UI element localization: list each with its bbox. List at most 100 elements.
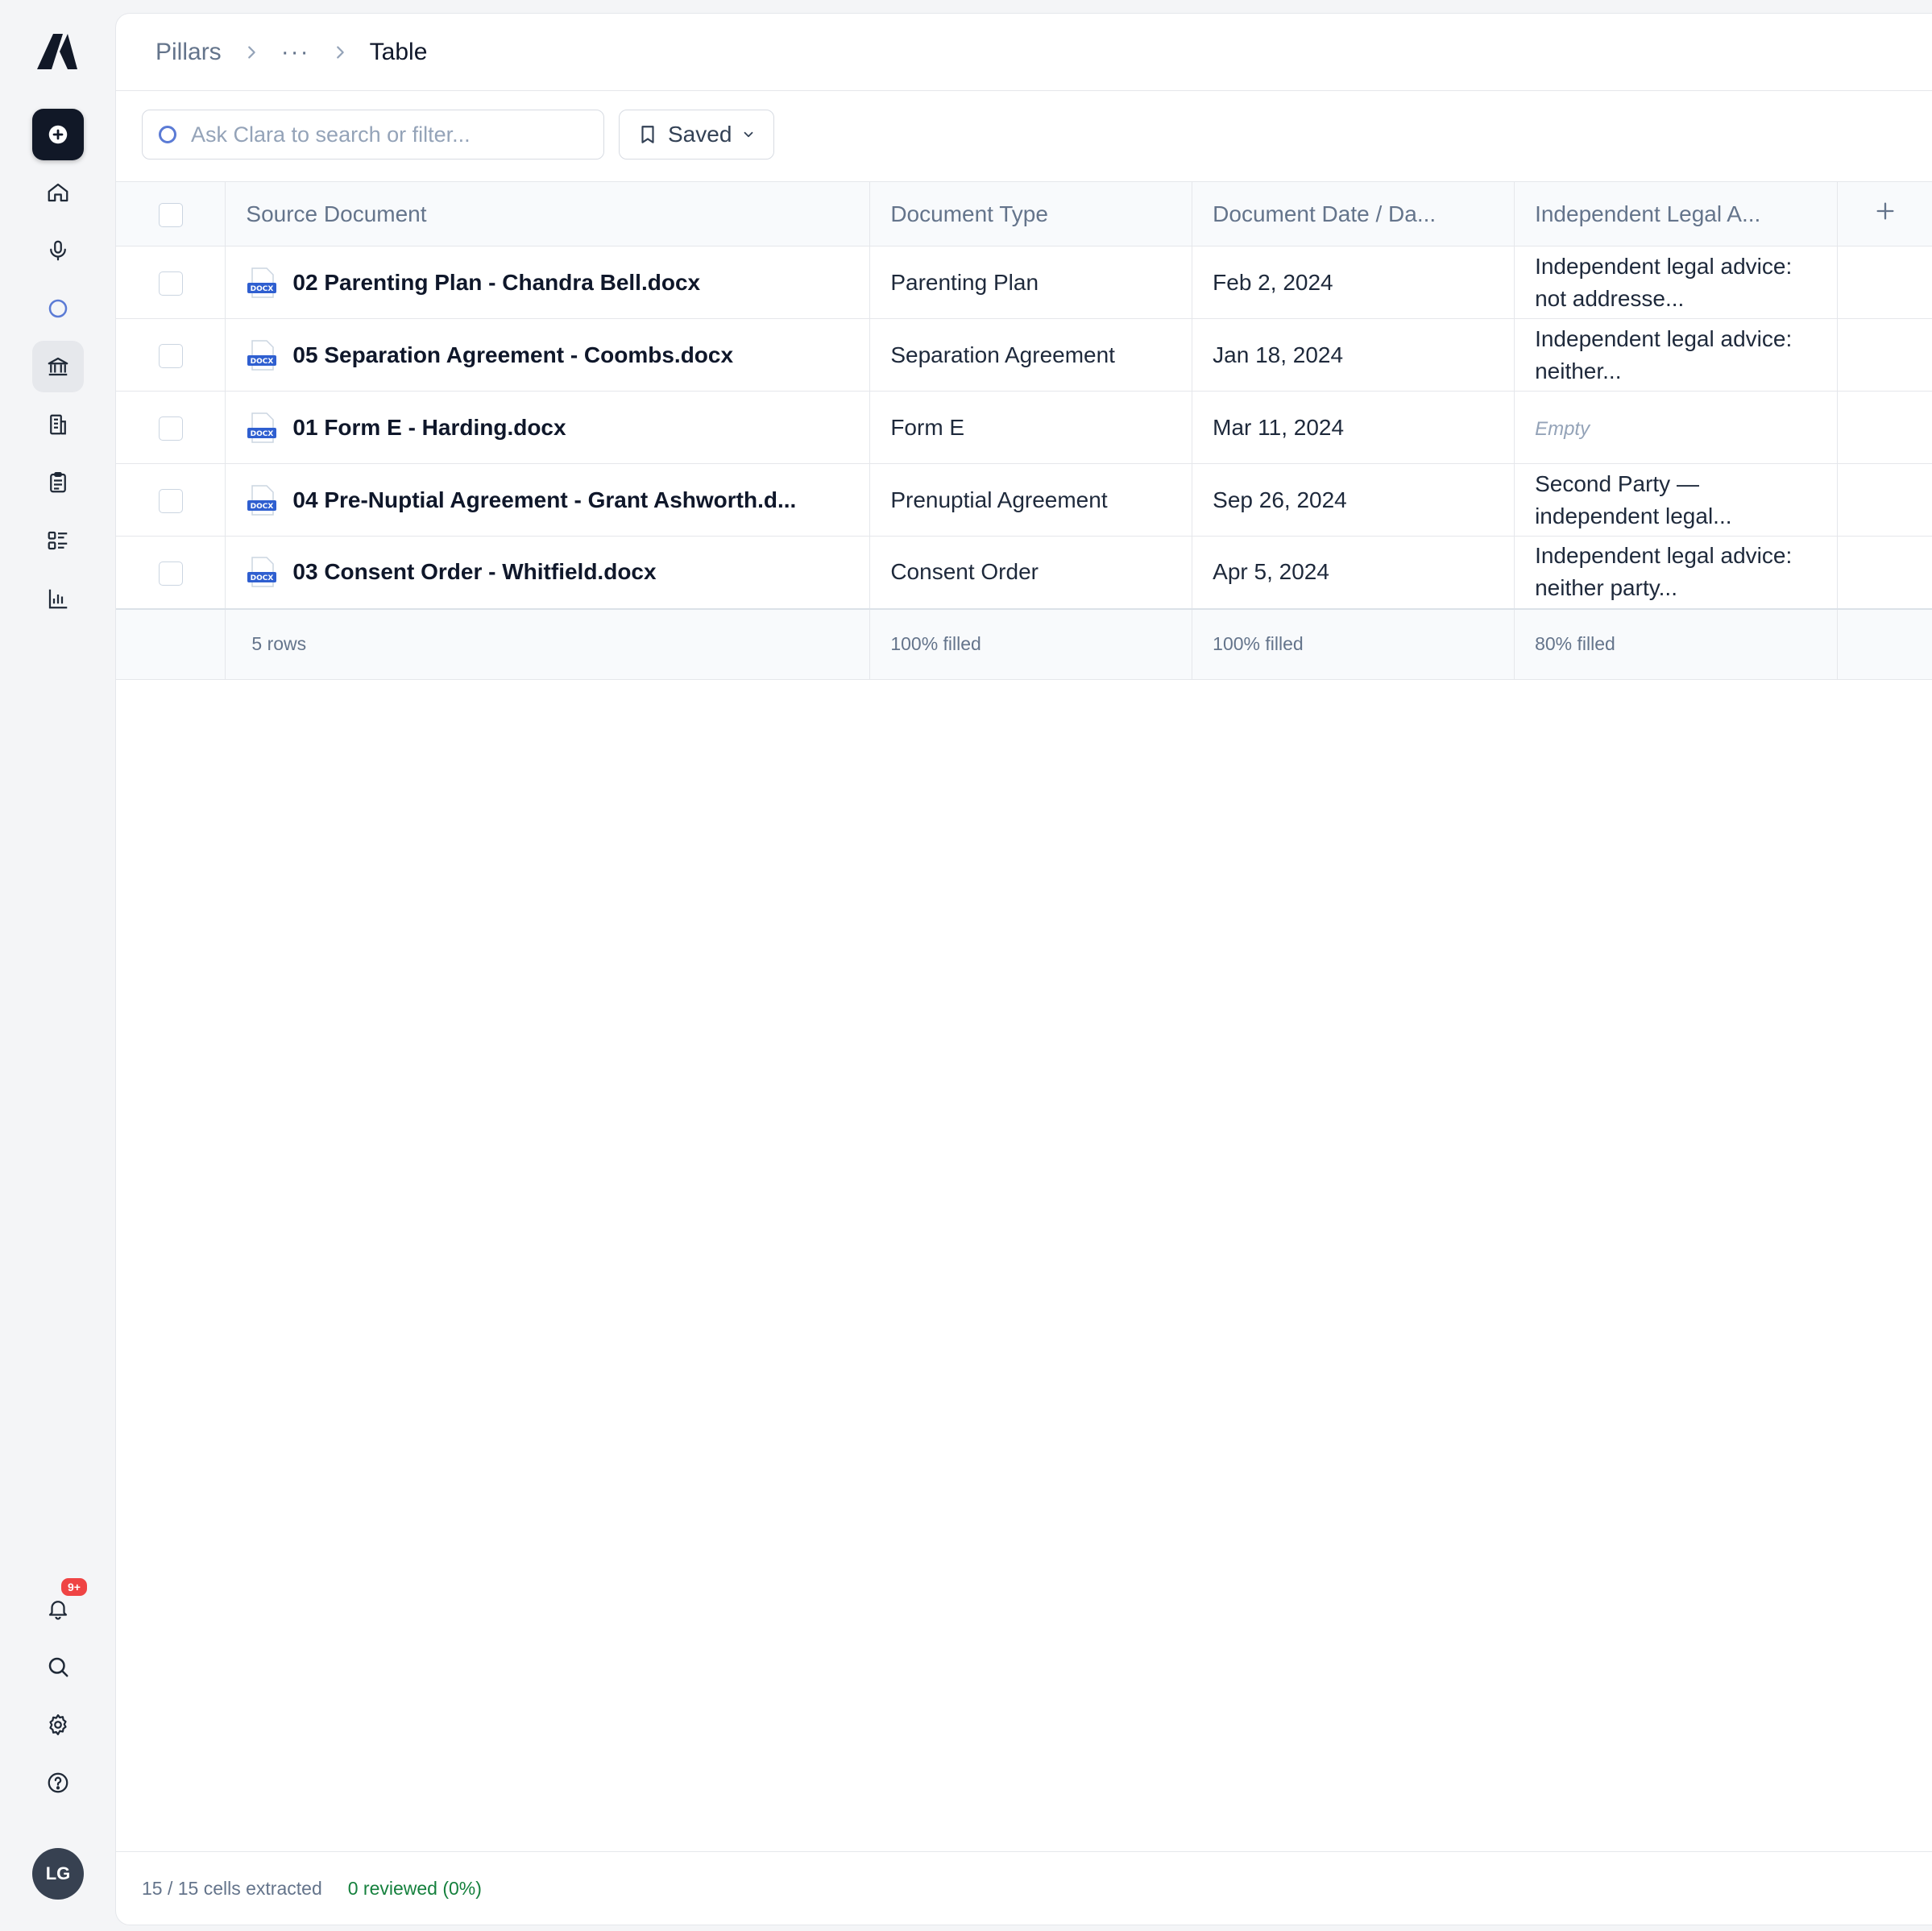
row-checkbox[interactable] [158, 343, 183, 368]
svg-text:DOCX: DOCX [251, 430, 274, 438]
source-document-cell[interactable]: DOCX 05 Separation Agreement - Coombs.doc… [225, 318, 871, 392]
row-select-cell [116, 536, 226, 609]
home-button[interactable] [32, 167, 84, 218]
list-button[interactable] [32, 515, 84, 566]
independent-legal-advice-cell[interactable]: Independent legal advice: neither... [1514, 318, 1838, 392]
toolbar: Saved [142, 110, 775, 160]
saved-views-button[interactable]: Saved [619, 110, 775, 160]
clipboard-icon [50, 472, 66, 493]
document-date-cell[interactable]: Sep 26, 2024 [1192, 463, 1515, 537]
table-row[interactable]: DOCX 01 Form E - Harding.docx Form E Mar … [116, 391, 1932, 464]
independent-legal-advice-cell[interactable]: Second Party — independent legal... [1514, 463, 1838, 537]
row-select-cell [116, 391, 226, 464]
column-header-independent-legal-advice[interactable]: Independent Legal A... [1514, 181, 1838, 247]
add-column-button[interactable] [1837, 181, 1932, 247]
row-select-cell [116, 463, 226, 537]
docx-file-icon: DOCX [247, 557, 277, 587]
document-date-cell[interactable]: Mar 11, 2024 [1192, 391, 1515, 464]
plus-circle-icon [48, 125, 68, 144]
chart-icon [48, 589, 68, 609]
new-button[interactable] [32, 109, 84, 160]
app-logo[interactable] [35, 32, 81, 71]
cell-text: Independent legal advice: neither... [1535, 325, 1793, 383]
main-panel: Pillars ··· Table Saved Source Document [115, 13, 1932, 1925]
bookmark-icon [641, 126, 654, 143]
independent-legal-advice-cell[interactable]: Independent legal advice: neither party.… [1514, 536, 1838, 609]
table-row[interactable]: DOCX 02 Parenting Plan - Chandra Bell.doc… [116, 246, 1932, 319]
breadcrumb-current: Table [369, 38, 428, 65]
docx-file-icon: DOCX [247, 339, 277, 371]
breadcrumb: Pillars ··· Table [116, 14, 1932, 91]
help-button[interactable] [32, 1757, 84, 1809]
document-type-cell[interactable]: Parenting Plan [869, 246, 1193, 319]
notifications-button[interactable]: 9+ [32, 1577, 89, 1635]
building-button[interactable] [32, 399, 84, 450]
chevron-down-icon [744, 131, 753, 138]
document-date-cell[interactable]: Feb 2, 2024 [1192, 246, 1515, 319]
clara-button[interactable] [32, 283, 84, 334]
sidebar: 9+ LG [0, 0, 114, 1931]
source-document-cell[interactable]: DOCX 01 Form E - Harding.docx [225, 391, 871, 464]
source-document-cell[interactable]: DOCX 02 Parenting Plan - Chandra Bell.doc… [225, 246, 871, 319]
cell-text: Independent legal advice: not addresse..… [1535, 253, 1793, 311]
document-type-cell[interactable]: Form E [869, 391, 1193, 464]
column-header-document-type[interactable]: Document Type [869, 181, 1193, 247]
bell-icon [48, 1601, 68, 1620]
search-box[interactable] [142, 110, 604, 160]
document-date-cell[interactable]: Jan 18, 2024 [1192, 318, 1515, 392]
microphone-icon [50, 240, 66, 261]
column-header-document-date[interactable]: Document Date / Da... [1192, 181, 1515, 247]
document-type-cell[interactable]: Consent Order [869, 536, 1193, 609]
document-date-cell[interactable]: Apr 5, 2024 [1192, 536, 1515, 609]
reviewed-status[interactable]: 0 reviewed (0%) [348, 1878, 482, 1900]
table-row[interactable]: DOCX 03 Consent Order - Whitfield.docx Co… [116, 536, 1932, 609]
chevron-right-icon [243, 44, 260, 61]
row-checkbox[interactable] [158, 561, 183, 586]
avatar[interactable]: LG [32, 1848, 84, 1900]
chevron-right-icon [331, 44, 349, 61]
clipboard-button[interactable] [32, 457, 84, 508]
document-name: 01 Form E - Harding.docx [292, 414, 566, 440]
breadcrumb-pillars[interactable]: Pillars [155, 39, 222, 66]
column-header-source-document[interactable]: Source Document [225, 181, 871, 247]
independent-legal-advice-cell[interactable]: Independent legal advice: not addresse..… [1514, 246, 1838, 319]
source-document-cell[interactable]: DOCX 03 Consent Order - Whitfield.docx [225, 536, 871, 609]
select-all-checkbox[interactable] [158, 202, 183, 227]
document-type-cell[interactable]: Separation Agreement [869, 318, 1193, 392]
document-name: 05 Separation Agreement - Coombs.docx [292, 342, 734, 367]
row-checkbox[interactable] [158, 271, 183, 296]
notification-badge: 9+ [60, 1577, 89, 1597]
row-checkbox[interactable] [158, 488, 183, 513]
svg-text:DOCX: DOCX [251, 574, 274, 582]
search-input[interactable] [189, 121, 579, 148]
list-icon [48, 531, 68, 550]
add-column-cell [1837, 246, 1932, 319]
bank-button[interactable] [32, 341, 84, 392]
settings-button[interactable] [32, 1699, 84, 1751]
table-header-row: Source Document Document Type Document D… [116, 181, 1932, 247]
document-type-cell[interactable]: Prenuptial Agreement [869, 463, 1193, 537]
independent-legal-advice-fill: 80% filled [1514, 607, 1838, 680]
plus-icon [1876, 202, 1893, 220]
breadcrumb-ellipsis[interactable]: ··· [281, 39, 310, 66]
microphone-button[interactable] [32, 225, 84, 276]
independent-legal-advice-cell[interactable]: Empty [1514, 391, 1838, 464]
empty-placeholder: Empty [1535, 417, 1590, 440]
status-bar: 15 / 15 cells extracted 0 reviewed (0%) [116, 1851, 1932, 1925]
row-checkbox[interactable] [158, 416, 183, 441]
table-row[interactable]: DOCX 04 Pre-Nuptial Agreement - Grant Ash… [116, 463, 1932, 537]
cell-text: Second Party — independent legal... [1535, 470, 1732, 528]
docx-file-icon: DOCX [247, 484, 277, 516]
select-all-cell [116, 181, 226, 247]
search-button[interactable] [32, 1641, 84, 1693]
table-row[interactable]: DOCX 05 Separation Agreement - Coombs.doc… [116, 318, 1932, 392]
row-select-cell [116, 318, 226, 392]
row-count: 5 rows [225, 607, 871, 680]
source-document-cell[interactable]: DOCX 04 Pre-Nuptial Agreement - Grant Ash… [225, 463, 871, 537]
gear-icon [49, 1714, 67, 1735]
data-table: Source Document Document Type Document D… [116, 181, 1932, 680]
svg-text:DOCX: DOCX [251, 503, 274, 511]
document-date-fill: 100% filled [1192, 607, 1515, 680]
add-column-cell [1837, 463, 1932, 537]
chart-button[interactable] [32, 573, 84, 624]
